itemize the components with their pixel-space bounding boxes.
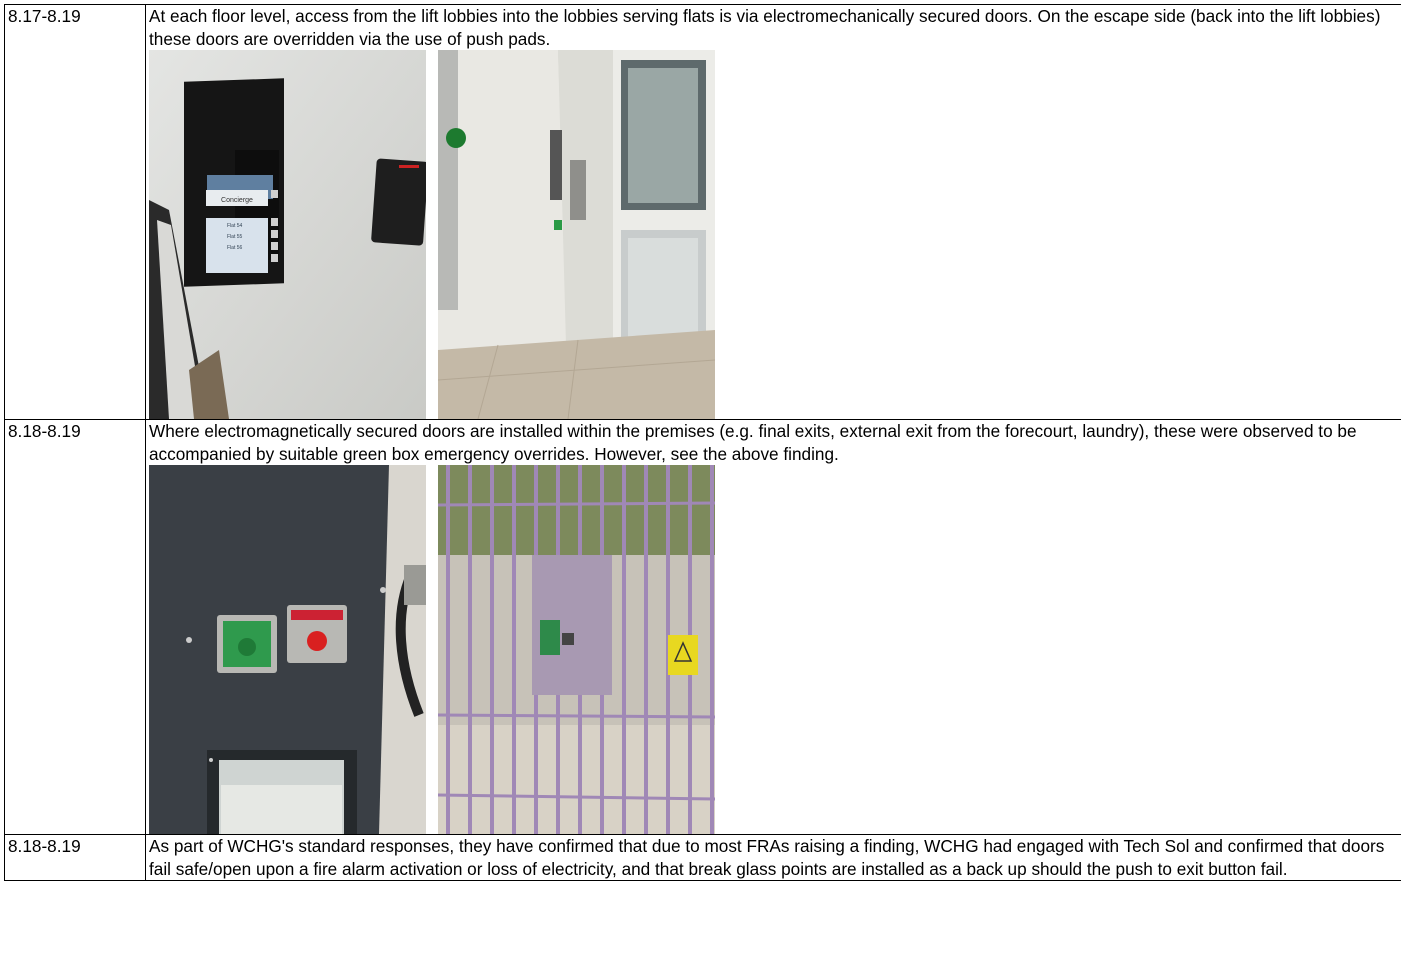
- finding-text: Where electromagnetically secured doors …: [149, 421, 1357, 464]
- reference-cell: 8.18-8.19: [4, 834, 146, 881]
- override-buttons-photo: [149, 465, 426, 834]
- reference-cell: 8.18-8.19: [4, 419, 146, 835]
- table-row: 8.18-8.19 Where electromagnetically secu…: [4, 419, 1401, 835]
- flat-label: Flat 54: [227, 223, 243, 229]
- findings-table: 8.17-8.19 At each floor level, access fr…: [4, 4, 1401, 881]
- concierge-label: Concierge: [221, 197, 253, 204]
- intercom-photo: Concierge Flat 54 Flat 55 Flat 56: [149, 50, 426, 419]
- gate-photo: [438, 465, 715, 834]
- table-row: 8.17-8.19 At each floor level, access fr…: [4, 4, 1401, 420]
- table-row: 8.18-8.19 As part of WCHG's standard res…: [4, 834, 1401, 881]
- reference-cell: 8.17-8.19: [4, 4, 146, 420]
- flat-label: Flat 55: [227, 234, 243, 240]
- flat-label: Flat 56: [227, 245, 243, 251]
- finding-text: As part of WCHG's standard responses, th…: [149, 836, 1385, 879]
- photo-group: Concierge Flat 54 Flat 55 Flat 56: [149, 50, 1399, 419]
- photo-group: [149, 465, 1399, 834]
- door-photo: [438, 50, 715, 419]
- finding-cell: As part of WCHG's standard responses, th…: [145, 834, 1401, 881]
- finding-cell: At each floor level, access from the lif…: [145, 4, 1401, 420]
- finding-text: At each floor level, access from the lif…: [149, 6, 1381, 49]
- finding-cell: Where electromagnetically secured doors …: [145, 419, 1401, 835]
